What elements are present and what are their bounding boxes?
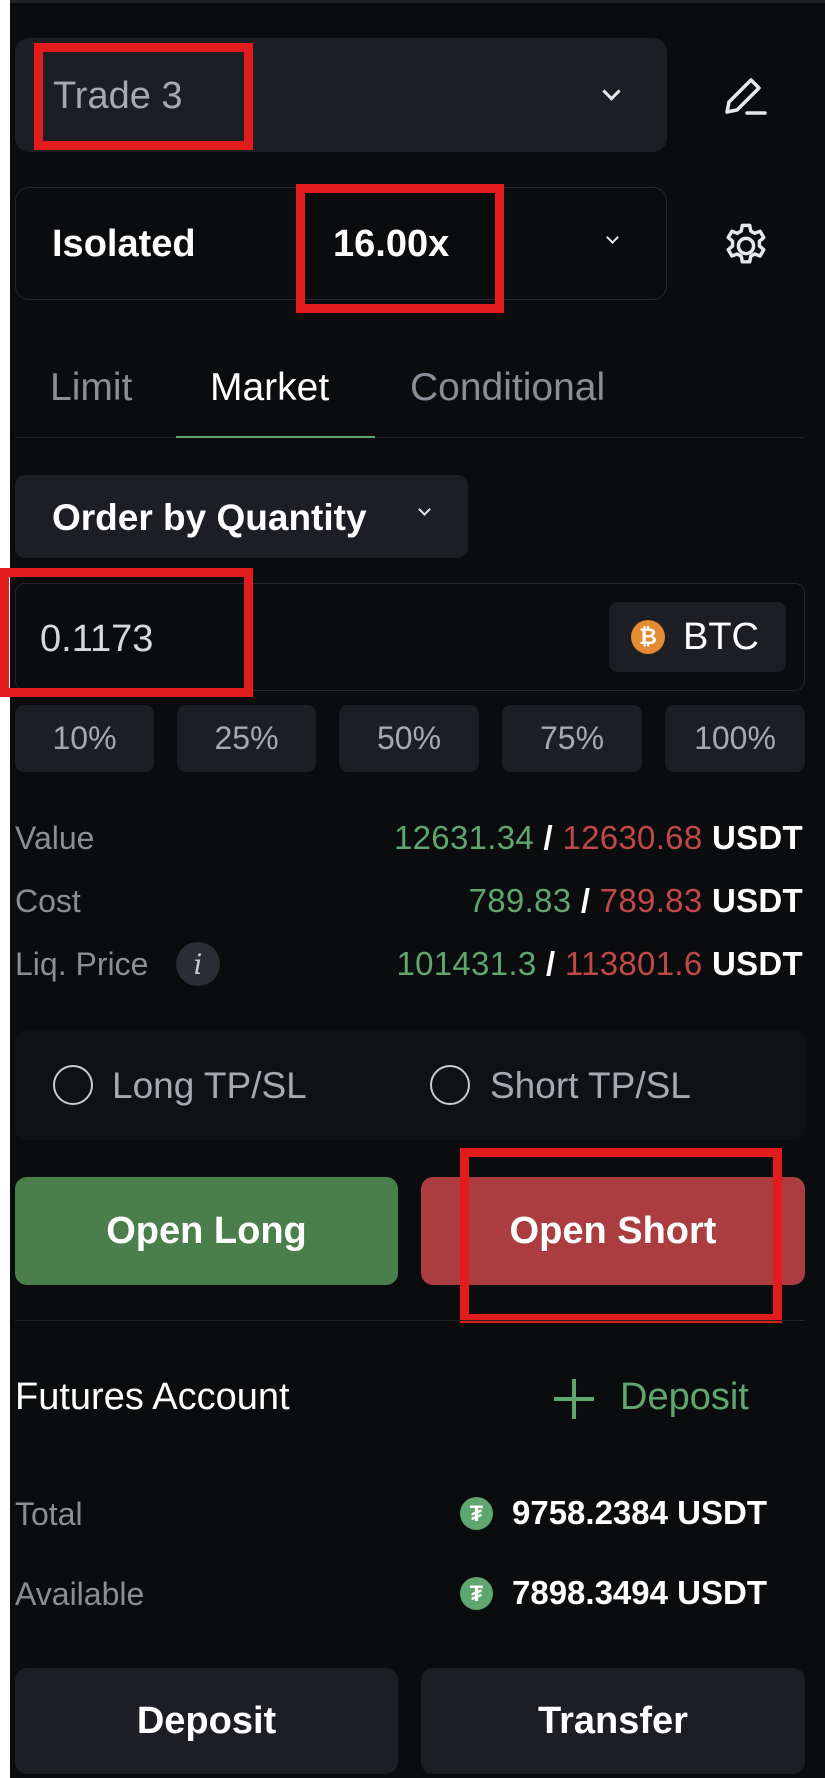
active-tab-indicator <box>176 436 375 438</box>
open-short-button[interactable]: Open Short <box>421 1177 805 1285</box>
tether-icon: ₮ <box>460 1577 493 1610</box>
chevron-down-icon <box>606 231 619 244</box>
leverage-value: 16.00x <box>333 223 450 265</box>
percent-25-button[interactable]: 25% <box>177 705 316 772</box>
open-long-button[interactable]: Open Long <box>15 1177 398 1285</box>
tether-icon: ₮ <box>460 1497 493 1530</box>
tab-limit[interactable]: Limit <box>50 368 132 407</box>
margin-mode: Isolated <box>52 223 196 265</box>
liq-price-long: 101431.3 <box>396 945 537 982</box>
chevron-down-icon <box>418 503 431 516</box>
quantity-value: 0.1173 <box>40 618 154 660</box>
available-label: Available <box>15 1576 145 1612</box>
value-long: 12631.34 <box>393 819 535 856</box>
cost-label: Cost <box>15 883 81 919</box>
deposit-link[interactable]: Deposit <box>620 1378 749 1416</box>
cost-amounts: 789.83 / 789.83 USDT <box>468 882 803 919</box>
left-edge <box>0 0 10 1778</box>
plus-icon[interactable] <box>551 1376 597 1422</box>
gear-icon[interactable] <box>720 220 772 272</box>
liq-price-amounts: 101431.3 / 113801.6 USDT <box>396 945 803 982</box>
deposit-button[interactable]: Deposit <box>15 1668 398 1774</box>
bitcoin-icon: ₿ <box>631 620 665 654</box>
order-type-dropdown[interactable]: Order by Quantity <box>15 475 468 558</box>
cost-long: 789.83 <box>468 882 572 919</box>
cost-unit: USDT <box>711 882 803 919</box>
asset-label: BTC <box>683 616 759 658</box>
tabs-divider <box>15 437 805 438</box>
tpsl-panel: Long TP/SL Short TP/SL <box>15 1030 805 1140</box>
short-tpsl-radio[interactable] <box>430 1065 470 1105</box>
short-tpsl-label[interactable]: Short TP/SL <box>490 1067 691 1104</box>
value-amounts: 12631.34 / 12630.68 USDT <box>393 819 803 856</box>
available-value: 7898.3494 USDT <box>512 1574 767 1611</box>
liq-price-unit: USDT <box>711 945 803 982</box>
percent-75-button[interactable]: 75% <box>502 705 642 772</box>
trade-panel: Trade 3 Isolated 16.00x Limit Market Con… <box>0 0 825 1778</box>
percent-50-button[interactable]: 50% <box>339 705 479 772</box>
trade-selector-dropdown[interactable]: Trade 3 <box>15 38 667 152</box>
liq-price-label: Liq. Price <box>15 946 149 982</box>
top-border <box>10 0 825 3</box>
futures-account-title: Futures Account <box>15 1376 290 1418</box>
cost-short: 789.83 <box>599 882 703 919</box>
info-icon[interactable]: i <box>176 942 220 986</box>
percent-10-button[interactable]: 10% <box>15 705 154 772</box>
transfer-button[interactable]: Transfer <box>421 1668 805 1774</box>
asset-selector[interactable]: ₿ BTC <box>609 602 786 672</box>
total-value: 9758.2384 USDT <box>512 1494 767 1531</box>
tab-market[interactable]: Market <box>210 368 329 407</box>
long-tpsl-label[interactable]: Long TP/SL <box>112 1067 307 1104</box>
trade-selector-value: Trade 3 <box>53 75 183 117</box>
percent-100-button[interactable]: 100% <box>665 705 805 772</box>
edit-icon[interactable] <box>719 72 769 122</box>
margin-leverage-dropdown[interactable]: Isolated 16.00x <box>15 187 667 300</box>
liq-price-short: 113801.6 <box>564 945 703 982</box>
section-divider <box>15 1320 805 1321</box>
long-tpsl-radio[interactable] <box>53 1065 93 1105</box>
value-unit: USDT <box>711 819 803 856</box>
order-type-label: Order by Quantity <box>52 497 367 538</box>
tab-conditional[interactable]: Conditional <box>410 368 605 407</box>
quantity-input[interactable]: 0.1173 ₿ BTC <box>15 583 805 691</box>
total-label: Total <box>15 1496 83 1532</box>
value-short: 12630.68 <box>562 819 703 856</box>
value-label: Value <box>15 820 95 856</box>
chevron-down-icon <box>602 82 621 101</box>
